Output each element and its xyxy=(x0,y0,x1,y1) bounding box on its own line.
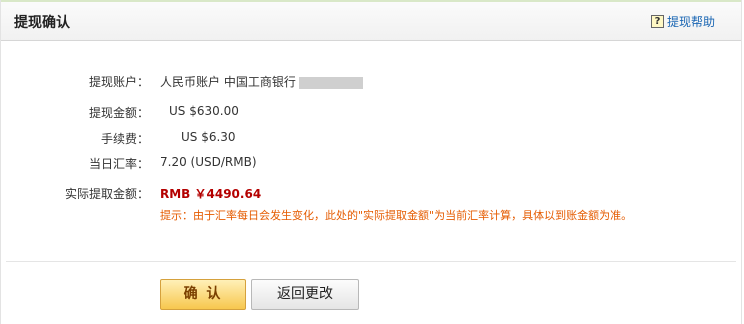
rate-value: 7.20 (USD/RMB) xyxy=(160,155,257,169)
confirm-button[interactable]: 确 认 xyxy=(160,279,246,310)
help-icon: ? xyxy=(650,15,664,28)
page-title: 提现确认 xyxy=(14,15,70,31)
fee-value: US $6.30 xyxy=(181,130,236,144)
redacted-account-number xyxy=(298,76,363,89)
amount-label: 提现金额： xyxy=(88,106,149,120)
panel-header: 提现确认 ? 提现帮助 xyxy=(1,0,741,41)
account-label: 提现账户： xyxy=(88,75,149,89)
fee-label: 手续费： xyxy=(100,132,149,146)
withdraw-confirm-panel: 提现确认 ? 提现帮助 提现账户： 人民币账户 中国工商银行 提现金额： US … xyxy=(0,0,742,324)
help-link-label: 提现帮助 xyxy=(666,15,715,29)
back-button[interactable]: 返回更改 xyxy=(251,279,359,310)
account-value-wrap: 人民币账户 中国工商银行 xyxy=(160,73,363,90)
actual-amount-label: 实际提取金额： xyxy=(64,187,149,201)
rate-label: 当日汇率： xyxy=(88,157,149,171)
amount-value: US $630.00 xyxy=(169,104,239,118)
exchange-rate-notice: 提示：由于汇率每日会发生变化，此处的"实际提取金额"为当前汇率计算，具体以到账金… xyxy=(160,209,633,222)
account-value: 人民币账户 中国工商银行 xyxy=(160,75,296,89)
help-link[interactable]: ? 提现帮助 xyxy=(650,13,715,30)
actual-amount-value: RMB ￥4490.64 xyxy=(160,187,262,201)
divider xyxy=(6,261,736,262)
